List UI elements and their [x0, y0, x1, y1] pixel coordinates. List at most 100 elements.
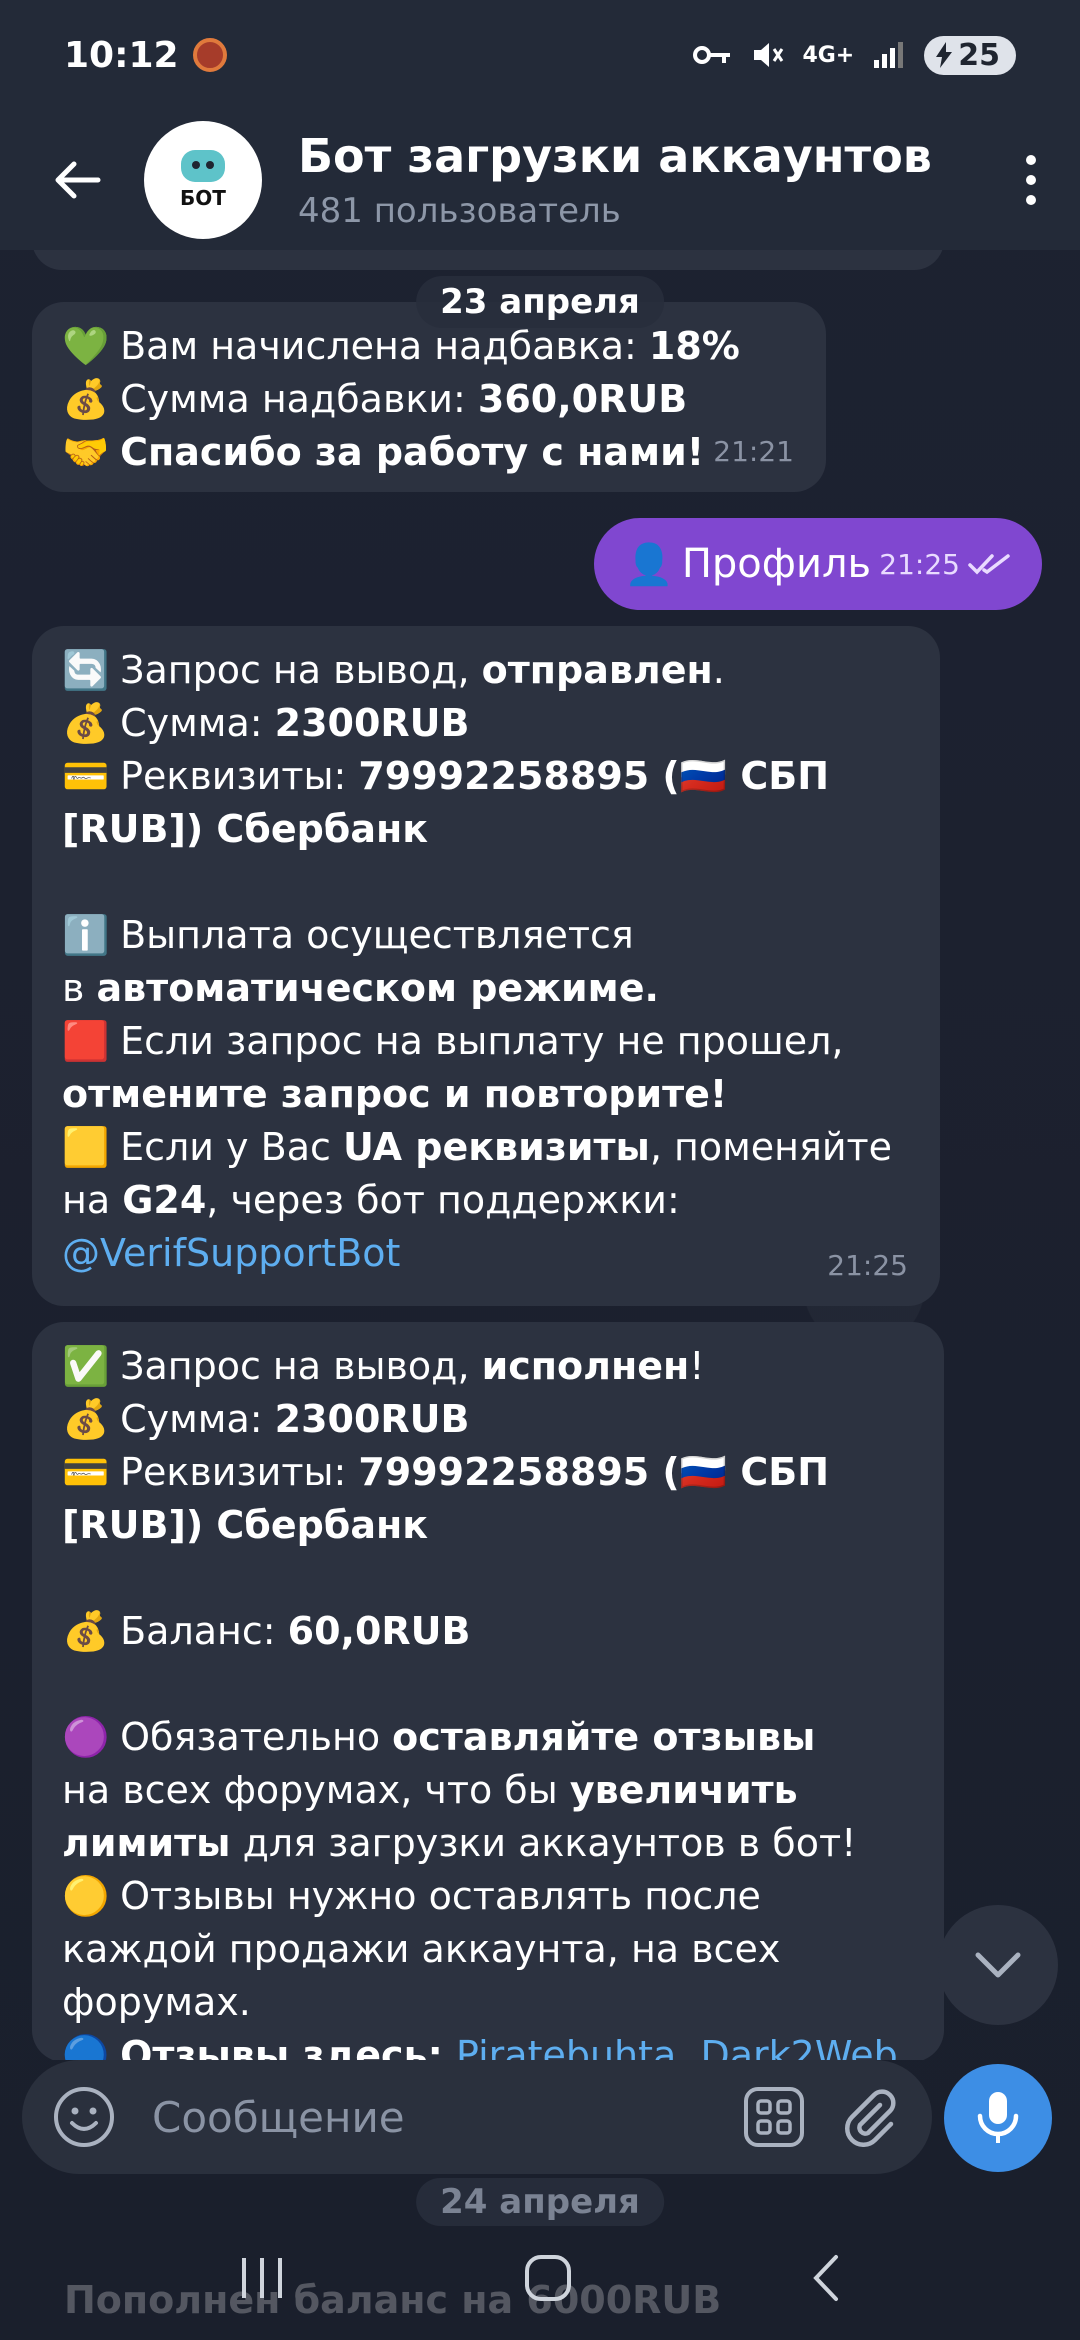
- avatar[interactable]: БОТ: [144, 121, 262, 239]
- status-time-group: 10:12: [64, 35, 227, 76]
- message-text: форумах.: [62, 1980, 251, 2024]
- status-bar: 10:12 4G+ 25: [0, 0, 1080, 110]
- message-text: Спасибо за работу с нами!: [120, 430, 705, 474]
- message-text: на: [62, 1178, 123, 1222]
- bot-commands-button[interactable]: [736, 2079, 812, 2155]
- message-time: 21:21: [713, 435, 794, 468]
- message-text: Если запрос на выплату не прошел,: [120, 1019, 844, 1063]
- message-text: Запрос на вывод,: [120, 648, 482, 692]
- support-bot-link[interactable]: @VerifSupportBot: [62, 1231, 400, 1275]
- mute-icon: [754, 43, 784, 67]
- robot-icon: [181, 150, 225, 182]
- money-bag-icon: 💰: [62, 701, 110, 745]
- message-text: Сумма:: [120, 701, 275, 745]
- status-time: 10:12: [64, 34, 179, 76]
- message-value: 2300RUB: [274, 701, 470, 745]
- money-bag-icon: 💰: [62, 377, 110, 421]
- money-bag-icon: 💰: [62, 1397, 110, 1441]
- info-icon: ℹ️: [62, 913, 110, 957]
- message-text: оставляйте отзывы: [392, 1715, 816, 1759]
- message-input[interactable]: [152, 2092, 736, 2142]
- message-text: Если у Вас: [120, 1125, 343, 1169]
- date-separator: 24 апреля: [416, 2178, 664, 2226]
- chat-info[interactable]: Бот загрузки аккаунтов 481 пользователь: [298, 129, 932, 231]
- network-type: 4G+: [802, 42, 855, 68]
- yellow-square-icon: 🟨: [62, 1125, 110, 1169]
- message-value: 60,0RUB: [287, 1609, 471, 1653]
- app-notification-icon: [192, 38, 227, 72]
- forum-links[interactable]: Piratebuhta, Dark2Web: [456, 2033, 898, 2060]
- emoji-button[interactable]: [46, 2079, 122, 2155]
- chat-subtitle: 481 пользователь: [298, 191, 621, 231]
- system-navigation-bar: [0, 2220, 1080, 2340]
- double-check-icon: [968, 554, 1010, 575]
- home-icon: [524, 2255, 571, 2301]
- signal-icon: [874, 42, 904, 68]
- message-time: 21:25: [879, 547, 960, 581]
- message-text: Сумма:: [120, 1397, 275, 1441]
- more-menu-button[interactable]: [1026, 155, 1036, 205]
- status-icons: 4G+ 25: [692, 35, 1016, 75]
- previous-message-bubble: [32, 250, 944, 270]
- russia-flag-icon: 🇷🇺: [679, 754, 728, 798]
- message-text: Выплата осуществляется: [120, 913, 634, 957]
- message-text: !: [689, 1344, 705, 1388]
- message-text: UA реквизиты: [342, 1125, 650, 1169]
- russia-flag-icon: 🇷🇺: [679, 1450, 728, 1494]
- message-text: автоматическом режиме.: [96, 966, 659, 1010]
- home-button[interactable]: [523, 2253, 573, 2307]
- handshake-icon: 🤝: [62, 430, 110, 474]
- menu-dot-icon: [1026, 195, 1036, 205]
- message-text: каждой продажи аккаунта, на всех: [62, 1927, 781, 1971]
- message-text: , через бот поддержки:: [206, 1178, 680, 1222]
- message-status: 21:25: [879, 548, 1012, 581]
- red-square-icon: 🟥: [62, 1019, 110, 1063]
- chevron-left-icon: [813, 2255, 839, 2301]
- system-back-button[interactable]: [808, 2253, 842, 2307]
- message-value: 79992258895 (: [358, 1450, 680, 1494]
- paperclip-icon: [844, 2089, 896, 2147]
- message-value: СБП: [727, 754, 830, 798]
- message-time: 21:25: [827, 1249, 908, 1282]
- recent-apps-button[interactable]: [238, 2256, 288, 2304]
- check-mark-icon: ✅: [62, 1344, 110, 1388]
- message-text: отмените запрос и повторите!: [62, 1072, 728, 1116]
- message-value: 79992258895 (: [358, 754, 680, 798]
- back-button[interactable]: [22, 120, 132, 240]
- green-heart-icon: 💚: [62, 324, 110, 368]
- message-value: 2300RUB: [274, 1397, 470, 1441]
- money-bag-icon: 💰: [62, 1609, 110, 1653]
- chevron-down-icon: [975, 1952, 1021, 1978]
- refresh-icon: 🔄: [62, 648, 110, 692]
- arrow-left-icon: [55, 161, 101, 199]
- message-bubble-withdraw-request[interactable]: 🔄 Запрос на вывод, отправлен. 💰 Сумма: 2…: [32, 626, 940, 1306]
- message-text: исполнен: [481, 1344, 690, 1388]
- outgoing-message-profile[interactable]: 👤 Профиль 21:25: [594, 518, 1042, 610]
- message-value: 360,0RUB: [477, 377, 688, 421]
- message-list[interactable]: 💚 Вам начислена надбавка: 18% 💰 Сумма на…: [0, 250, 1080, 2060]
- credit-card-icon: 💳: [62, 1450, 110, 1494]
- person-icon: 👤: [624, 541, 674, 588]
- menu-dot-icon: [1026, 175, 1036, 185]
- attach-button[interactable]: [832, 2079, 908, 2155]
- message-text: Сумма надбавки:: [120, 377, 478, 421]
- charging-icon: [936, 42, 953, 68]
- message-text: Вам начислена надбавка:: [120, 324, 649, 368]
- message-text: Реквизиты:: [120, 1450, 359, 1494]
- date-separator: 23 апреля: [416, 276, 664, 328]
- credit-card-icon: 💳: [62, 754, 110, 798]
- message-composer: [22, 2060, 932, 2174]
- voice-record-button[interactable]: [944, 2064, 1052, 2172]
- message-text: отправлен: [481, 648, 713, 692]
- menu-dot-icon: [1026, 155, 1036, 165]
- message-text: для загрузки аккаунтов в бот!: [230, 1821, 857, 1865]
- battery-indicator: 25: [924, 35, 1016, 75]
- key-icon: [693, 46, 731, 64]
- message-value: [RUB]) Сбербанк: [62, 807, 429, 851]
- scroll-down-button[interactable]: [938, 1905, 1058, 2025]
- avatar-label: БОТ: [180, 186, 226, 210]
- message-bubble-withdraw-done[interactable]: ✅ Запрос на вывод, исполнен! 💰 Сумма: 23…: [32, 1322, 944, 2060]
- yellow-circle-icon: 🟡: [62, 1874, 110, 1918]
- message-bubble-bonus[interactable]: 💚 Вам начислена надбавка: 18% 💰 Сумма на…: [32, 302, 826, 492]
- recents-icon: [241, 2258, 282, 2298]
